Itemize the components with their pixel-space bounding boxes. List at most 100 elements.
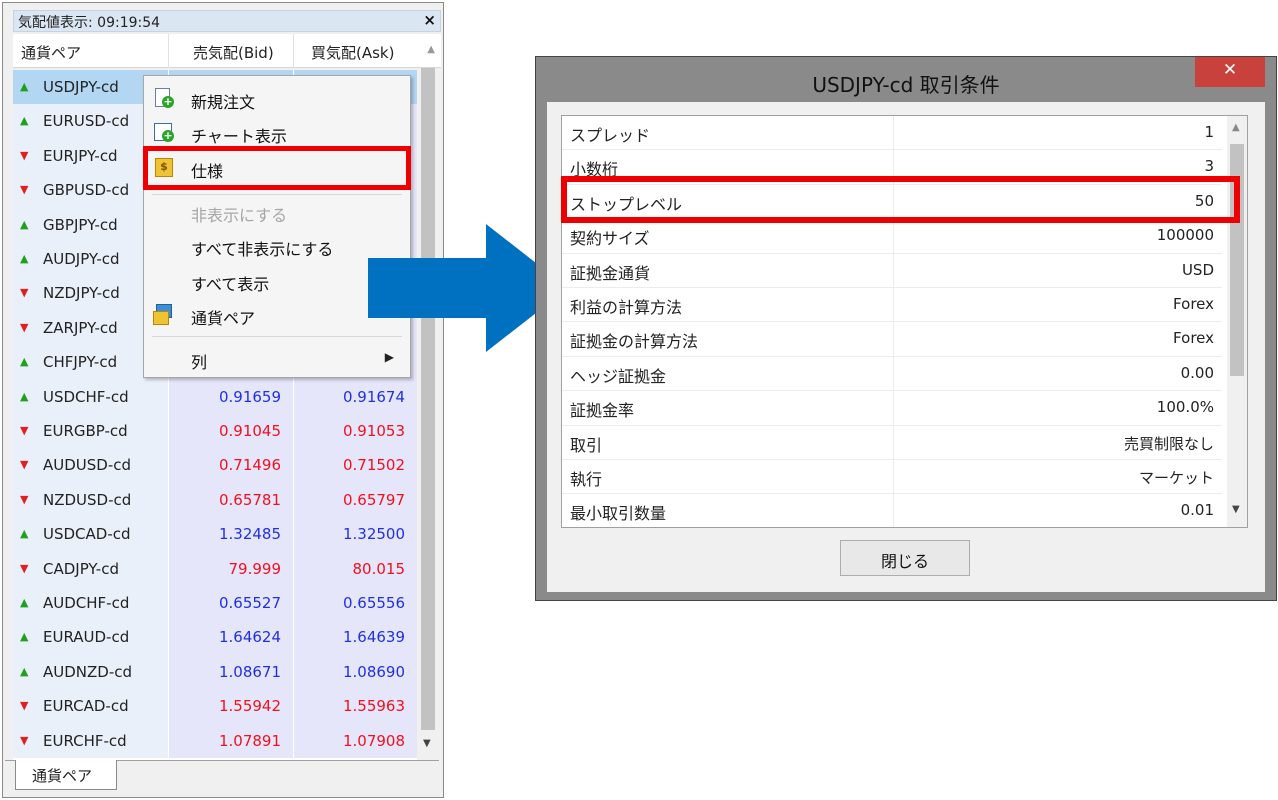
- market-watch-scrollbar[interactable]: ▼: [417, 68, 439, 760]
- table-row[interactable]: ▼ EURCAD-cd 1.55942 1.55963: [13, 689, 417, 724]
- arrow-up-icon: ▲: [20, 80, 29, 93]
- currency-pair-icon: [153, 304, 173, 325]
- symbol-cell: ▼ EURCAD-cd: [13, 689, 168, 724]
- property-value: 売買制限なし: [1123, 434, 1214, 453]
- scrollbar-thumb[interactable]: [421, 68, 435, 730]
- column-header-symbol[interactable]: 通貨ペア: [21, 42, 81, 63]
- menu-item-label: 新規注文: [191, 93, 256, 112]
- close-icon[interactable]: ×: [423, 11, 436, 29]
- ask-cell: 0.91674: [294, 379, 417, 414]
- bid-cell: 1.64624: [169, 620, 293, 655]
- menu-item-new-order[interactable]: + 新規注文: [144, 82, 410, 116]
- ask-value: 1.08690: [342, 662, 405, 681]
- trading-conditions-dialog: USDJPY-cd 取引条件 ✕ スプレッド 1 小数桁 3 ストップレベル 50 契約サイ…: [535, 56, 1277, 601]
- ask-cell: 80.015: [294, 551, 417, 586]
- property-value: Forex: [1173, 329, 1214, 348]
- ask-value: 1.55963: [342, 697, 405, 716]
- symbol-cell: ▲ AUDCHF-cd: [13, 586, 168, 621]
- property-name: ヘッジ証拠金: [570, 366, 667, 386]
- ask-value: 0.91674: [342, 387, 405, 406]
- symbol-name: ZARJPY-cd: [43, 318, 118, 337]
- table-row[interactable]: ▲ AUDNZD-cd 1.08671 1.08690: [13, 654, 417, 690]
- column-divider: [893, 460, 894, 494]
- column-divider: [893, 356, 894, 391]
- scroll-up-icon[interactable]: ▲: [427, 44, 435, 55]
- bid-cell: 0.91659: [169, 379, 293, 414]
- table-row[interactable]: ▼ CADJPY-cd 79.999 80.015: [13, 551, 417, 586]
- close-button[interactable]: 閉じる: [840, 540, 970, 576]
- table-row[interactable]: ▲ EURAUD-cd 1.64624 1.64639: [13, 620, 417, 655]
- symbol-cell: ▲ EURAUD-cd: [13, 620, 168, 655]
- property-value: 0.00: [1180, 363, 1214, 382]
- menu-item-label: すべて非表示にする: [191, 240, 334, 259]
- dialog-close-button[interactable]: ✕: [1195, 57, 1265, 87]
- table-row[interactable]: ▼ EURCHF-cd 1.07891 1.07908: [13, 723, 417, 758]
- tab-currency-pairs[interactable]: 通貨ペア: [15, 760, 117, 790]
- scroll-up-icon[interactable]: ▲: [1232, 122, 1240, 133]
- symbol-cell: ▲ AUDNZD-cd: [13, 654, 168, 690]
- symbol-name: EURGBP-cd: [43, 422, 128, 440]
- bid-value: 1.32485: [218, 525, 281, 544]
- ask-cell: 0.65797: [294, 482, 417, 518]
- table-row[interactable]: ▼ EURGBP-cd 0.91045 0.91053: [13, 414, 417, 449]
- symbol-name: EURCAD-cd: [43, 697, 129, 716]
- symbol-name: USDCAD-cd: [43, 525, 131, 544]
- table-row[interactable]: ▼ NZDUSD-cd 0.65781 0.65797: [13, 482, 417, 518]
- table-row[interactable]: ▲ AUDCHF-cd 0.65527 0.65556: [13, 586, 417, 621]
- property-name: 取引: [570, 435, 603, 455]
- bid-cell: 79.999: [169, 551, 293, 586]
- arrow-up-icon: ▲: [20, 217, 29, 231]
- ask-value: 0.65797: [342, 490, 405, 509]
- arrow-up-icon: ▲: [20, 596, 29, 609]
- bid-cell: 1.32485: [169, 517, 293, 552]
- ask-value: 80.015: [352, 559, 406, 578]
- symbol-name: NZDUSD-cd: [43, 490, 132, 509]
- close-icon: ✕: [1222, 60, 1238, 80]
- table-row[interactable]: ▼ AUDUSD-cd 0.71496 0.71502: [13, 448, 417, 483]
- scroll-down-icon[interactable]: ▼: [423, 738, 431, 749]
- specification-row: 執行 マーケット: [562, 460, 1222, 495]
- specification-row: スプレッド 1: [562, 116, 1222, 151]
- arrow-down-icon: ▼: [20, 286, 29, 300]
- ask-value: 0.65556: [342, 594, 405, 612]
- chart-icon: +: [153, 122, 174, 142]
- column-divider: [168, 34, 169, 68]
- ask-cell: 1.07908: [294, 723, 417, 758]
- arrow-down-icon: ▼: [20, 733, 29, 747]
- table-row[interactable]: ▲ USDCHF-cd 0.91659 0.91674: [13, 379, 417, 414]
- column-divider: [893, 253, 894, 287]
- arrow-up-icon: ▲: [20, 355, 29, 369]
- symbol-name: EURCHF-cd: [43, 731, 127, 750]
- arrow-down-icon: ▼: [20, 458, 29, 472]
- property-name: 執行: [570, 470, 603, 489]
- ask-cell: 0.71502: [294, 448, 417, 483]
- arrow-down-icon: ▼: [20, 424, 29, 437]
- ask-value: 1.64639: [342, 628, 405, 647]
- arrow-down-icon: ▼: [20, 699, 29, 713]
- arrow-up-icon: ▲: [20, 527, 29, 541]
- column-header-ask[interactable]: 買気配(Ask): [311, 42, 394, 63]
- scroll-down-icon[interactable]: ▼: [1232, 504, 1240, 515]
- column-header-bid[interactable]: 売気配(Bid): [193, 42, 274, 63]
- arrow-down-icon: ▼: [20, 492, 29, 506]
- menu-item-chart[interactable]: + チャート表示: [144, 116, 410, 150]
- symbol-name: CADJPY-cd: [43, 559, 119, 578]
- menu-item-label: チャート表示: [191, 127, 287, 146]
- new-order-icon: +: [153, 88, 174, 108]
- bid-value: 0.91045: [218, 422, 281, 440]
- ask-value: 0.91053: [342, 422, 405, 440]
- bid-value: 0.71496: [218, 456, 281, 475]
- table-row[interactable]: ▲ USDCAD-cd 1.32485 1.32500: [13, 517, 417, 552]
- arrow-up-icon: ▲: [20, 114, 29, 128]
- menu-separator: [152, 336, 402, 337]
- bid-value: 0.91659: [218, 387, 281, 406]
- symbol-cell: ▼ AUDUSD-cd: [13, 448, 168, 483]
- arrow-up-icon: ▲: [20, 389, 29, 403]
- bid-cell: 1.07891: [169, 723, 293, 758]
- arrow-down-icon: ▼: [20, 320, 29, 334]
- submenu-arrow-icon: ▶: [384, 350, 394, 364]
- bid-value: 1.07891: [218, 731, 281, 750]
- symbol-name: EURUSD-cd: [43, 112, 130, 131]
- close-button-label: 閉じる: [880, 552, 929, 571]
- ask-value: 1.32500: [342, 525, 405, 544]
